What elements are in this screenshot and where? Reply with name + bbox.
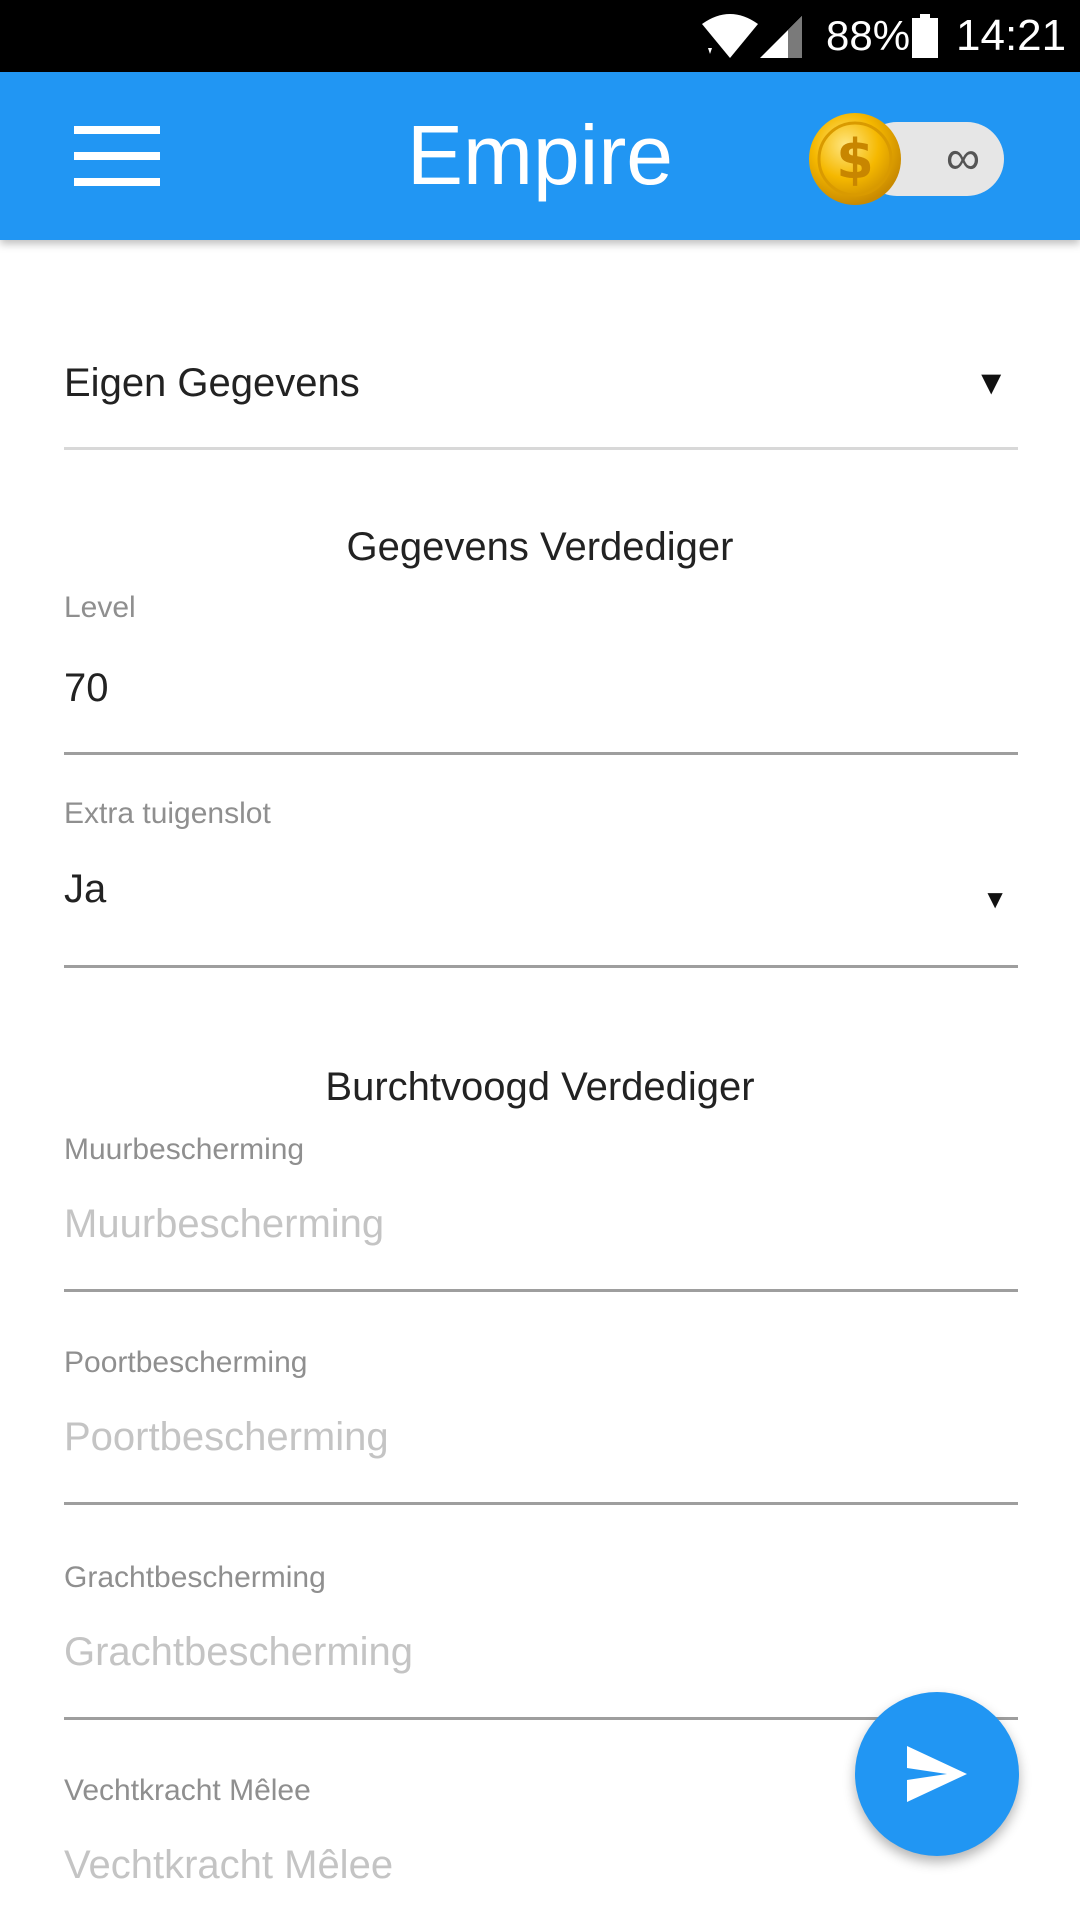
gate-protection-label: Poortbescherming [64, 1346, 308, 1379]
level-label: Level [64, 591, 136, 624]
wifi-icon [702, 14, 758, 58]
section-title-defender: Gegevens Verdediger [346, 525, 734, 569]
send-icon [907, 1746, 967, 1802]
mode-spinner-value: Eigen Gegevens [64, 361, 360, 405]
app-title: Empire [406, 108, 674, 202]
gate-protection-input[interactable] [64, 1407, 1018, 1467]
mode-spinner[interactable]: Eigen Gegevens ▼ [64, 340, 1018, 450]
signal-icon [760, 16, 802, 58]
wall-protection-input[interactable] [64, 1194, 1018, 1254]
level-input[interactable] [64, 658, 1018, 718]
dropdown-arrow-icon: ▼ [982, 884, 1008, 914]
dropdown-arrow-icon: ▼ [974, 364, 1008, 402]
content: Eigen Gegevens ▼ Gegevens Verdediger Lev… [0, 240, 1080, 1920]
wall-protection-label: Muurbescherming [64, 1133, 305, 1166]
melee-strength-label: Vechtkracht Mêlee [64, 1774, 311, 1807]
coin-infinity-value: ∞ [945, 132, 981, 185]
level-underline [64, 752, 1018, 755]
battery-icon [912, 14, 938, 58]
extra-tool-slot-label: Extra tuigenslot [64, 797, 271, 830]
extra-tool-slot-spinner[interactable]: Ja ▼ [64, 852, 1018, 968]
menu-icon[interactable] [74, 126, 160, 186]
battery-percentage: 88% [826, 12, 911, 59]
status-time: 14:21 [956, 11, 1067, 60]
gate-protection-underline [64, 1502, 1018, 1505]
section-title-castellan: Burchtvoogd Verdediger [325, 1065, 755, 1109]
status-bar: 88% 14:21 [0, 0, 1080, 72]
moat-protection-label: Grachtbescherming [64, 1561, 326, 1594]
melee-strength-input[interactable] [64, 1835, 1018, 1895]
wall-protection-underline [64, 1289, 1018, 1292]
coin-toggle[interactable]: ∞ $ [808, 112, 1004, 206]
moat-protection-input[interactable] [64, 1622, 1018, 1682]
svg-text:$: $ [836, 128, 874, 191]
send-button[interactable] [855, 1692, 1019, 1856]
app-bar: Empire ∞ $ [0, 72, 1080, 240]
extra-tool-slot-value: Ja [64, 867, 107, 911]
coin-dollar-icon: $ [809, 113, 901, 205]
